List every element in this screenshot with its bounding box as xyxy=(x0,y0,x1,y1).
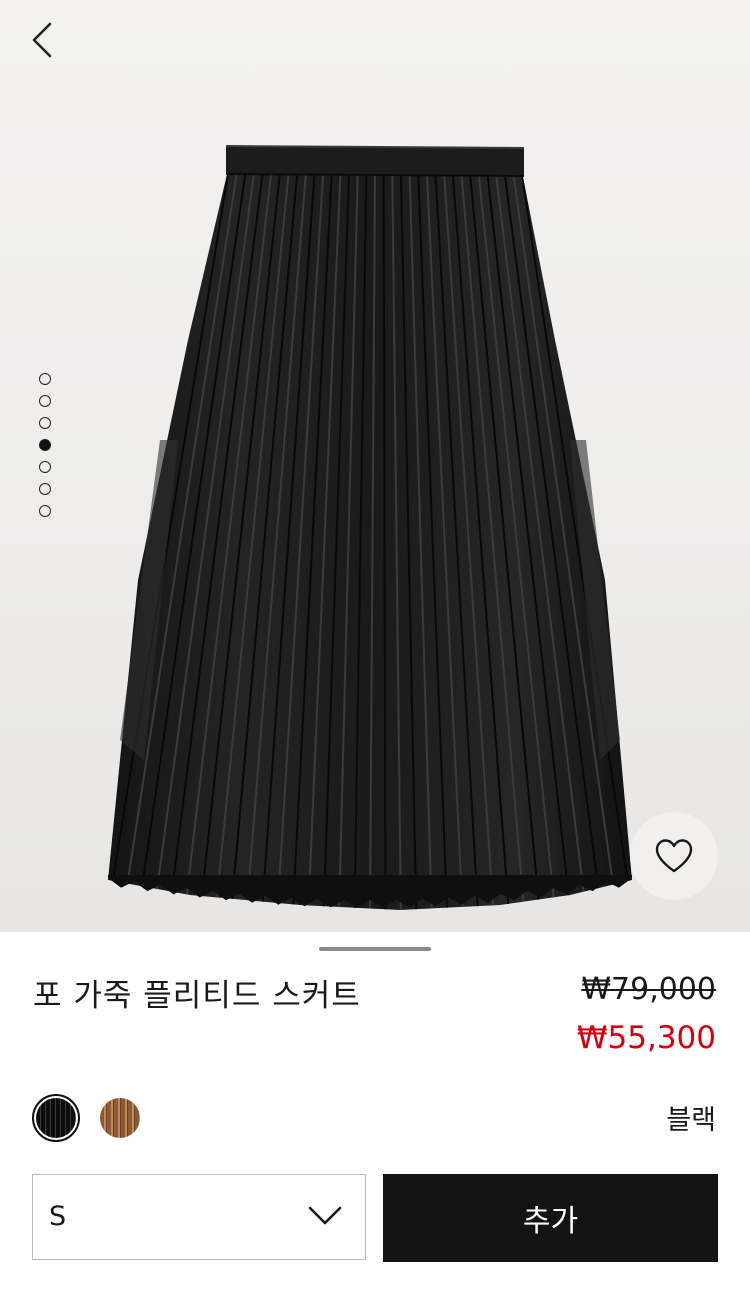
image-pagination xyxy=(39,373,55,527)
product-title: 포 가죽 플리티드 스커트 xyxy=(33,978,361,1014)
pagination-dot[interactable] xyxy=(39,417,51,429)
product-image-gallery[interactable] xyxy=(0,0,750,932)
product-image xyxy=(108,145,632,910)
heart-outline-icon xyxy=(655,839,693,873)
pagination-dot[interactable] xyxy=(39,395,51,407)
back-button[interactable] xyxy=(22,18,62,62)
pagination-dot[interactable] xyxy=(39,483,51,495)
drag-handle[interactable] xyxy=(319,947,431,951)
pagination-dot[interactable] xyxy=(39,461,51,473)
pagination-dot[interactable] xyxy=(39,373,51,385)
chevron-down-icon xyxy=(308,1206,342,1225)
color-swatch-black-selected[interactable] xyxy=(32,1094,80,1142)
chevron-left-icon xyxy=(32,22,52,58)
product-detail-page: 포 가죽 플리티드 스커트 ₩79,000 ₩55,300 블랙 S 추가 xyxy=(0,0,750,1294)
color-swatches xyxy=(32,1094,140,1142)
product-info-panel: 포 가죽 플리티드 스커트 ₩79,000 ₩55,300 블랙 S 추가 xyxy=(0,932,750,1294)
swatch-black xyxy=(36,1098,76,1138)
size-select[interactable]: S xyxy=(32,1174,366,1260)
size-select-value: S xyxy=(49,1201,67,1232)
original-price: ₩79,000 xyxy=(581,972,716,1007)
selected-color-name: 블랙 xyxy=(666,1105,716,1136)
color-swatch-brown[interactable] xyxy=(100,1098,140,1138)
pagination-dot-active[interactable] xyxy=(39,439,51,451)
wishlist-button[interactable] xyxy=(630,812,718,900)
sale-price: ₩55,300 xyxy=(576,1020,716,1056)
add-to-cart-button[interactable]: 추가 xyxy=(383,1174,718,1262)
pagination-dot[interactable] xyxy=(39,505,51,517)
